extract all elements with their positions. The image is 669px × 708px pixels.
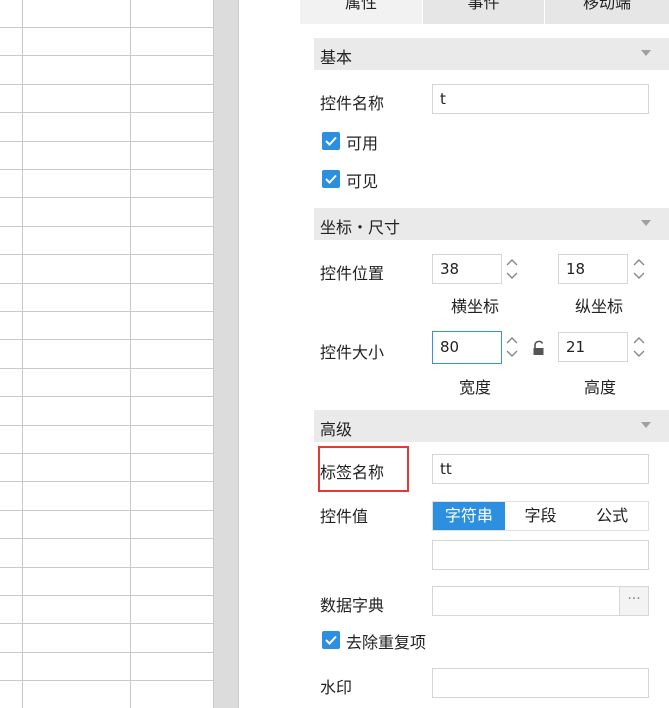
grid-row-line — [0, 368, 213, 369]
grid-row-line — [0, 169, 213, 170]
position-label: 控件位置 — [320, 264, 385, 283]
scrollbar-gutter — [213, 0, 239, 708]
value-type-formula[interactable]: 公式 — [576, 502, 648, 530]
section-title: 基本 — [320, 48, 353, 67]
x-input[interactable]: 38 — [432, 254, 502, 284]
tab-properties[interactable]: 属性 — [300, 0, 423, 24]
canvas-gap — [239, 0, 300, 708]
grid-column-line — [22, 0, 23, 708]
grid-row-line — [0, 567, 213, 568]
grid-row-line — [0, 510, 213, 511]
dedupe-checkbox[interactable] — [322, 631, 340, 649]
grid-row-line — [0, 283, 213, 284]
value-type-field[interactable]: 字段 — [505, 502, 577, 530]
grid-row-line — [0, 538, 213, 539]
height-caption: 高度 — [584, 378, 617, 397]
properties-panel: 属性 事件 移动端 基本 控件名称 t 可用 可见 坐标・尺寸 控件位置 38 … — [300, 0, 669, 708]
section-title: 坐标・尺寸 — [320, 218, 401, 237]
checkmark-icon — [325, 174, 337, 184]
tab-mobile[interactable]: 移动端 — [545, 0, 669, 24]
x-stepper[interactable] — [502, 254, 522, 284]
width-caption: 宽度 — [459, 378, 492, 397]
collapse-caret-icon[interactable] — [641, 422, 651, 428]
value-type-string[interactable]: 字符串 — [433, 502, 505, 530]
checkmark-icon — [325, 136, 337, 146]
dict-more-button[interactable]: ··· — [620, 586, 649, 616]
grid-row-line — [0, 197, 213, 198]
data-dict-input[interactable] — [432, 586, 620, 616]
x-caption: 横坐标 — [451, 297, 500, 316]
visible-checkbox[interactable] — [322, 170, 340, 188]
grid-row-line — [0, 595, 213, 596]
tag-name-input[interactable]: tt — [432, 454, 649, 484]
widget-name-label: 控件名称 — [320, 94, 385, 113]
y-input[interactable]: 18 — [558, 254, 628, 284]
section-coords[interactable]: 坐标・尺寸 — [314, 208, 669, 240]
grid-row-line — [0, 55, 213, 56]
grid-row-line — [0, 623, 213, 624]
grid-row-line — [0, 84, 213, 85]
width-stepper[interactable] — [502, 332, 522, 362]
panel-tabs: 属性 事件 移动端 — [300, 0, 669, 24]
grid-column-line — [130, 0, 131, 708]
height-input[interactable]: 21 — [558, 332, 628, 362]
collapse-caret-icon[interactable] — [641, 220, 651, 226]
height-stepper[interactable] — [629, 332, 649, 362]
grid-row-line — [0, 396, 213, 397]
section-title: 高级 — [320, 420, 353, 439]
visible-label: 可见 — [346, 172, 379, 191]
size-label: 控件大小 — [320, 343, 385, 362]
grid-row-line — [0, 226, 213, 227]
value-type-segmented: 字符串 字段 公式 — [432, 501, 649, 531]
collapse-caret-icon[interactable] — [641, 50, 651, 56]
grid-row-line — [0, 680, 213, 681]
checkmark-icon — [325, 635, 337, 645]
grid-row-line — [0, 652, 213, 653]
y-stepper[interactable] — [629, 254, 649, 284]
widget-value-input[interactable] — [432, 540, 649, 570]
y-caption: 纵坐标 — [575, 297, 624, 316]
section-advanced[interactable]: 高级 — [314, 410, 669, 442]
widget-value-label: 控件值 — [320, 507, 369, 526]
annotation-highlight-box — [318, 446, 409, 492]
grid-row-line — [0, 141, 213, 142]
grid-row-line — [0, 481, 213, 482]
width-input[interactable]: 80 — [432, 331, 502, 364]
section-basic[interactable]: 基本 — [314, 38, 669, 70]
enabled-checkbox[interactable] — [322, 132, 340, 150]
spreadsheet-grid[interactable] — [0, 0, 213, 708]
grid-row-line — [0, 453, 213, 454]
grid-row-line — [0, 27, 213, 28]
grid-row-line — [0, 425, 213, 426]
grid-row-line — [0, 254, 213, 255]
enabled-label: 可用 — [346, 134, 379, 153]
grid-row-line — [0, 339, 213, 340]
grid-row-line — [0, 112, 213, 113]
watermark-label: 水印 — [320, 678, 353, 697]
widget-name-input[interactable]: t — [432, 84, 649, 114]
dedupe-label: 去除重复项 — [346, 633, 427, 652]
lock-icon[interactable] — [532, 340, 546, 360]
data-dict-label: 数据字典 — [320, 596, 385, 615]
watermark-input[interactable] — [432, 668, 649, 698]
tab-events[interactable]: 事件 — [423, 0, 545, 24]
grid-row-line — [0, 311, 213, 312]
